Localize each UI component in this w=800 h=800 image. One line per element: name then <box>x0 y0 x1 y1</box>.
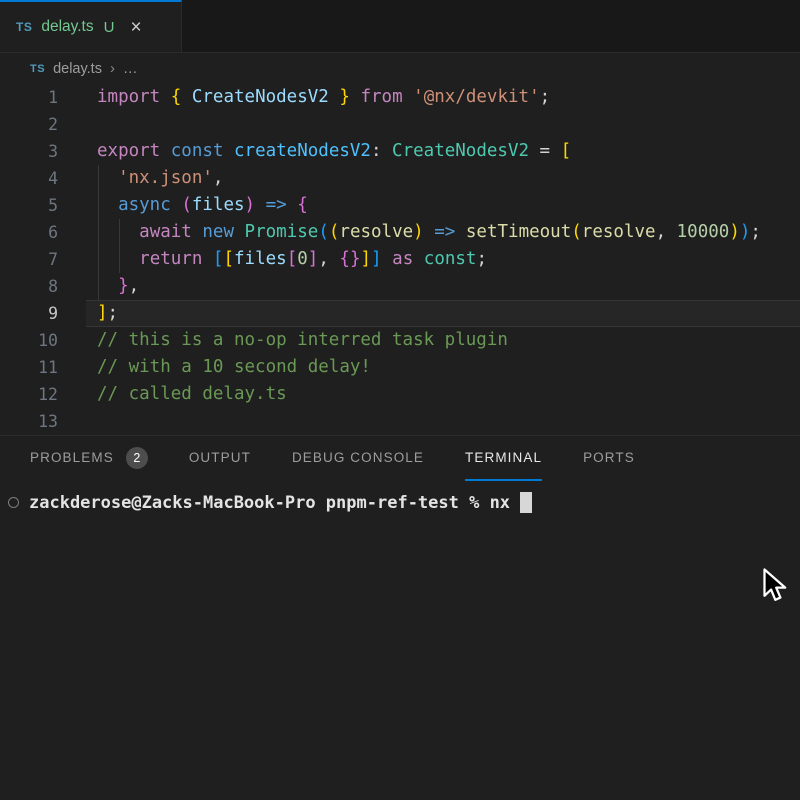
line-number: 5 <box>0 192 58 219</box>
vscode-window: TS delay.ts U × TS delay.ts › … 1import … <box>0 0 800 800</box>
line-number: 9 <box>0 300 58 327</box>
code-text: import { CreateNodesV2 } from '@nx/devki… <box>58 84 550 111</box>
panel-tab-label: TERMINAL <box>465 450 542 465</box>
typescript-file-icon: TS <box>30 63 45 75</box>
code-text: export const createNodesV2: CreateNodesV… <box>58 138 571 165</box>
terminal-prompt-text: zackderose@Zacks-MacBook-Pro pnpm-ref-te… <box>29 493 510 513</box>
code-line[interactable]: 9]; <box>0 300 800 327</box>
code-text: await new Promise((resolve) => setTimeou… <box>58 219 761 246</box>
typescript-file-icon: TS <box>16 20 32 34</box>
terminal-view[interactable]: zackderose@Zacks-MacBook-Pro pnpm-ref-te… <box>0 481 800 513</box>
code-line[interactable]: 5 async (files) => { <box>0 192 800 219</box>
command-decoration-icon[interactable] <box>8 497 19 508</box>
git-untracked-badge: U <box>104 19 115 36</box>
code-text <box>58 111 97 138</box>
code-text: // this is a no-op interred task plugin <box>58 327 508 354</box>
code-line[interactable]: 3export const createNodesV2: CreateNodes… <box>0 138 800 165</box>
line-number: 1 <box>0 84 58 111</box>
code-text: async (files) => { <box>58 192 308 219</box>
code-line[interactable]: 8 }, <box>0 273 800 300</box>
code-line[interactable]: 13 <box>0 408 800 435</box>
panel-tab-debug-console[interactable]: DEBUG CONSOLE <box>292 436 424 481</box>
code-line[interactable]: 12// called delay.ts <box>0 381 800 408</box>
code-text: // with a 10 second delay! <box>58 354 371 381</box>
chevron-right-icon: › <box>110 60 115 77</box>
code-line[interactable]: 6 await new Promise((resolve) => setTime… <box>0 219 800 246</box>
code-line[interactable]: 7 return [[files[0], {}]] as const; <box>0 246 800 273</box>
terminal-cursor <box>520 492 532 513</box>
panel-tab-label: PROBLEMS <box>30 450 114 465</box>
line-number: 8 <box>0 273 58 300</box>
panel-tab-ports[interactable]: PORTS <box>583 436 635 481</box>
code-text <box>58 408 97 435</box>
code-line[interactable]: 10// this is a no-op interred task plugi… <box>0 327 800 354</box>
code-line[interactable]: 11// with a 10 second delay! <box>0 354 800 381</box>
editor-tab-bar: TS delay.ts U × <box>0 0 800 53</box>
problems-count-badge: 2 <box>126 447 148 469</box>
code-text: // called delay.ts <box>58 381 287 408</box>
editor-lines: 1import { CreateNodesV2 } from '@nx/devk… <box>0 84 800 435</box>
tab-filename: delay.ts <box>41 18 93 36</box>
code-line[interactable]: 2 <box>0 111 800 138</box>
code-text: ]; <box>58 300 118 327</box>
breadcrumb-filename[interactable]: delay.ts <box>53 61 102 77</box>
code-line[interactable]: 4 'nx.json', <box>0 165 800 192</box>
panel-tab-terminal[interactable]: TERMINAL <box>465 436 542 481</box>
line-number: 12 <box>0 381 58 408</box>
code-editor[interactable]: 1import { CreateNodesV2 } from '@nx/devk… <box>0 84 800 435</box>
close-icon[interactable]: × <box>130 18 141 37</box>
code-text: }, <box>58 273 139 300</box>
line-number: 2 <box>0 111 58 138</box>
panel-tab-problems[interactable]: PROBLEMS 2 <box>30 436 148 481</box>
code-text: 'nx.json', <box>58 165 223 192</box>
breadcrumb-symbol-ellipsis[interactable]: … <box>123 61 138 77</box>
line-number: 4 <box>0 165 58 192</box>
panel-tabs: PROBLEMS 2 OUTPUT DEBUG CONSOLE TERMINAL PORT… <box>0 436 800 481</box>
code-line[interactable]: 1import { CreateNodesV2 } from '@nx/devk… <box>0 84 800 111</box>
line-number: 11 <box>0 354 58 381</box>
line-number: 6 <box>0 219 58 246</box>
line-number: 7 <box>0 246 58 273</box>
breadcrumb: TS delay.ts › … <box>0 53 800 84</box>
panel-tab-label: PORTS <box>583 450 635 465</box>
line-number: 10 <box>0 327 58 354</box>
panel-tab-label: DEBUG CONSOLE <box>292 450 424 465</box>
bottom-panel: PROBLEMS 2 OUTPUT DEBUG CONSOLE TERMINAL PORT… <box>0 435 800 513</box>
mouse-cursor-icon <box>760 568 790 604</box>
panel-tab-output[interactable]: OUTPUT <box>189 436 251 481</box>
tab-delay-ts[interactable]: TS delay.ts U × <box>0 0 182 52</box>
panel-tab-label: OUTPUT <box>189 450 251 465</box>
line-number: 3 <box>0 138 58 165</box>
line-number: 13 <box>0 408 58 435</box>
terminal-prompt-row[interactable]: zackderose@Zacks-MacBook-Pro pnpm-ref-te… <box>8 492 800 513</box>
code-text: return [[files[0], {}]] as const; <box>58 246 487 273</box>
